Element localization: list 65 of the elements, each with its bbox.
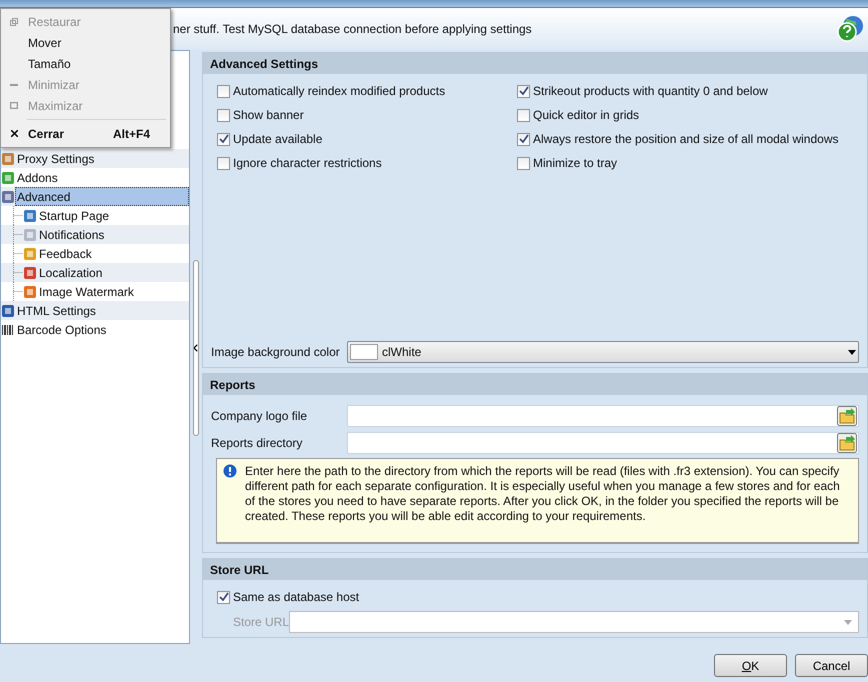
checkbox[interactable] [517, 156, 530, 170]
cancel-button[interactable]: Cancel [795, 654, 868, 677]
field-label: Image background color [211, 345, 341, 359]
checkbox[interactable] [217, 84, 230, 98]
tree-connector [13, 282, 23, 301]
help-icon[interactable] [836, 15, 864, 43]
checkbox-option[interactable]: Always restore the position and size of all modal windows [517, 131, 853, 147]
tree-item[interactable]: Barcode Options [15, 320, 110, 339]
group-title: Reports [203, 374, 867, 395]
checkbox[interactable] [517, 84, 530, 98]
menu-item[interactable]: Mover [3, 32, 168, 53]
tree-item[interactable]: Addons [15, 168, 62, 187]
dropdown-arrow-icon [848, 350, 856, 354]
checkbox-option[interactable]: Show banner [217, 107, 517, 123]
path-input[interactable] [347, 432, 859, 454]
ok-button[interactable]: OK [714, 654, 787, 677]
checkbox-option[interactable]: Same as database host [217, 589, 853, 605]
info-text: Enter here the path to the directory from which the reports will be read (files with .fr3 extension). You can specify different path for each separate configuration. It is especially useful when you manage a few stores and for each of the stores you need to have separate reports. After you click OK, in the folder you specified the reports will be created. These reports you will be able edit according to your requirements. [245, 464, 841, 524]
header-text: ner stuff. Test MySQL database connection before applying settings [173, 22, 532, 36]
checkbox-option[interactable]: Update available [217, 131, 517, 147]
scrollbar-thumb[interactable] [193, 260, 199, 436]
tree-node-icon [23, 266, 37, 280]
tree-connector [13, 244, 23, 263]
field-label: Reports directory [211, 436, 304, 450]
minimize-icon [10, 84, 18, 86]
tree-node-icon [23, 208, 37, 222]
tree-connector [13, 206, 23, 225]
tree-item[interactable]: Startup Page [37, 206, 114, 225]
checkbox-option[interactable]: Quick editor in grids [517, 107, 853, 123]
checkbox-option[interactable]: Automatically reindex modified products [217, 83, 517, 99]
checkbox[interactable] [217, 108, 230, 122]
menu-item[interactable]: Cerrar Alt+F4 [3, 123, 168, 144]
tree-node-icon [23, 246, 37, 260]
tree-connector [13, 225, 23, 244]
info-icon [223, 464, 237, 478]
tree-item[interactable]: Image Watermark [37, 282, 138, 301]
checkbox[interactable] [217, 156, 230, 170]
field-label: Company logo file [211, 408, 308, 422]
checkbox[interactable] [517, 108, 530, 122]
field-label: Store URL [233, 615, 289, 629]
barcode-icon [1, 322, 15, 336]
tree-item[interactable]: Feedback [37, 244, 96, 263]
tree-connector [13, 263, 23, 282]
dropdown-arrow-icon [844, 620, 852, 624]
close-icon [10, 130, 18, 137]
group-title: Advanced Settings [203, 53, 867, 74]
chevron-left-icon[interactable] [194, 344, 198, 352]
checkbox[interactable] [517, 132, 530, 146]
color-dropdown[interactable]: clWhite [347, 341, 859, 363]
menu-item[interactable]: Tamaño [3, 53, 168, 74]
maximize-icon [10, 102, 18, 109]
restore-icon [10, 18, 18, 26]
tree-node-icon [23, 284, 37, 298]
url-dropdown[interactable] [289, 611, 859, 633]
tree-item[interactable]: Advanced [15, 187, 189, 206]
folder-icon[interactable] [837, 432, 857, 452]
checkbox-option[interactable]: Ignore character restrictions [217, 155, 517, 171]
tree-node-icon [23, 228, 37, 242]
checkbox[interactable] [217, 132, 230, 146]
checkbox-option[interactable]: Strikeout products with quantity 0 and below [517, 83, 853, 99]
checkbox-option[interactable]: Minimize to tray [517, 155, 853, 171]
path-input[interactable] [347, 404, 859, 426]
checkbox[interactable] [217, 590, 230, 604]
group-title: Store URL [203, 559, 867, 580]
folder-icon[interactable] [837, 406, 857, 426]
